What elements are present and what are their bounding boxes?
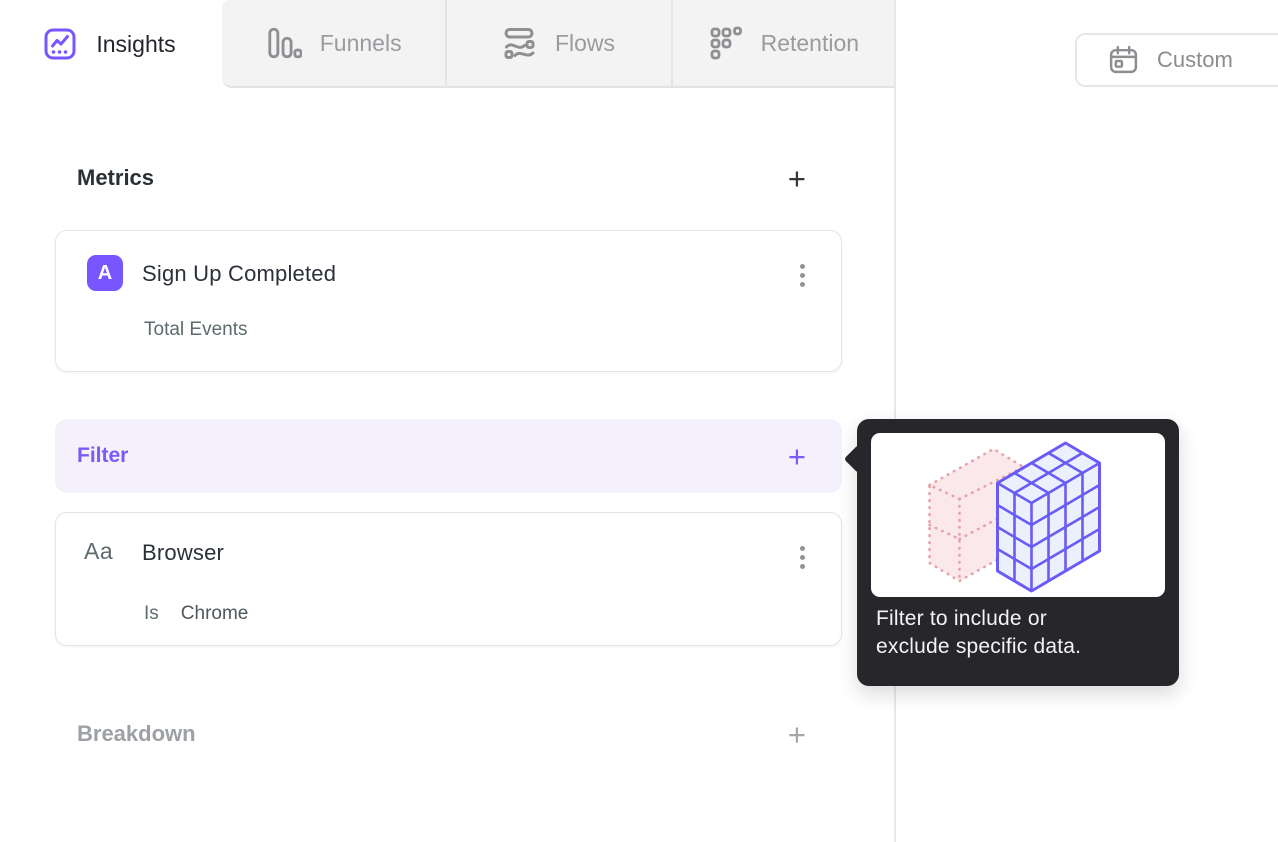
metric-card[interactable]: A Sign Up Completed Total Events xyxy=(55,230,842,372)
tab-label: Flows xyxy=(554,29,616,56)
aggregation-selector[interactable]: Total Events xyxy=(144,319,248,341)
tooltip-image xyxy=(871,433,1165,597)
event-name: Sign Up Completed xyxy=(142,261,337,286)
breakdown-heading: Breakdown xyxy=(77,721,196,746)
series-badge: A xyxy=(87,255,123,291)
string-property-icon: Aa xyxy=(84,538,114,564)
operator-selector[interactable]: Is xyxy=(144,603,159,625)
tooltip-text-line2: exclude specific data. xyxy=(876,635,1082,658)
kebab-menu-icon[interactable] xyxy=(791,256,813,294)
tab-label: Insights xyxy=(96,30,176,57)
breakdown-section-header: Breakdown + xyxy=(55,710,842,758)
tab-insights[interactable]: Insights xyxy=(0,0,218,88)
tab-label: Retention xyxy=(760,29,860,56)
funnels-bars-icon xyxy=(266,25,302,61)
kebab-menu-icon[interactable] xyxy=(791,538,813,576)
add-metric-button[interactable]: + xyxy=(788,163,806,194)
tab-retention[interactable]: Retention xyxy=(670,0,896,86)
property-name: Browser xyxy=(142,540,225,565)
metrics-heading: Metrics xyxy=(77,165,155,190)
filter-condition-row: Is Chrome xyxy=(144,603,248,625)
custom-date-label: Custom xyxy=(1157,47,1233,72)
report-type-tabbar: Insights Funnels Flows Retention xyxy=(0,0,896,88)
inactive-tabs-group: Funnels Flows Retention xyxy=(222,0,896,88)
filter-cubes-illustration xyxy=(928,441,1101,593)
tooltip-arrow xyxy=(843,444,873,474)
metrics-section-header: Metrics + xyxy=(55,154,842,202)
custom-date-range-button[interactable]: Custom xyxy=(1075,33,1278,87)
calendar-icon xyxy=(1107,44,1140,77)
retention-dots-icon xyxy=(710,26,743,60)
value-selector[interactable]: Chrome xyxy=(181,603,249,625)
add-filter-button[interactable]: + xyxy=(788,441,806,472)
filter-card[interactable]: Aa Browser Is Chrome xyxy=(55,512,842,646)
filter-section-row: Filter + xyxy=(55,419,842,493)
tab-label: Funnels xyxy=(319,29,402,56)
filter-heading: Filter xyxy=(77,444,129,467)
flows-streams-icon xyxy=(503,27,537,60)
insights-report-builder: Insights Funnels Flows Retention Custom … xyxy=(0,0,1278,842)
tab-flows[interactable]: Flows xyxy=(445,0,670,86)
tab-funnels[interactable]: Funnels xyxy=(222,0,445,86)
filter-help-tooltip: Filter to include or exclude specific da… xyxy=(843,419,1179,686)
add-breakdown-button[interactable]: + xyxy=(788,719,806,750)
tooltip-text: Filter to include or exclude specific da… xyxy=(876,605,1166,661)
insights-chart-icon xyxy=(42,26,78,62)
tooltip-text-line1: Filter to include or xyxy=(876,607,1047,630)
